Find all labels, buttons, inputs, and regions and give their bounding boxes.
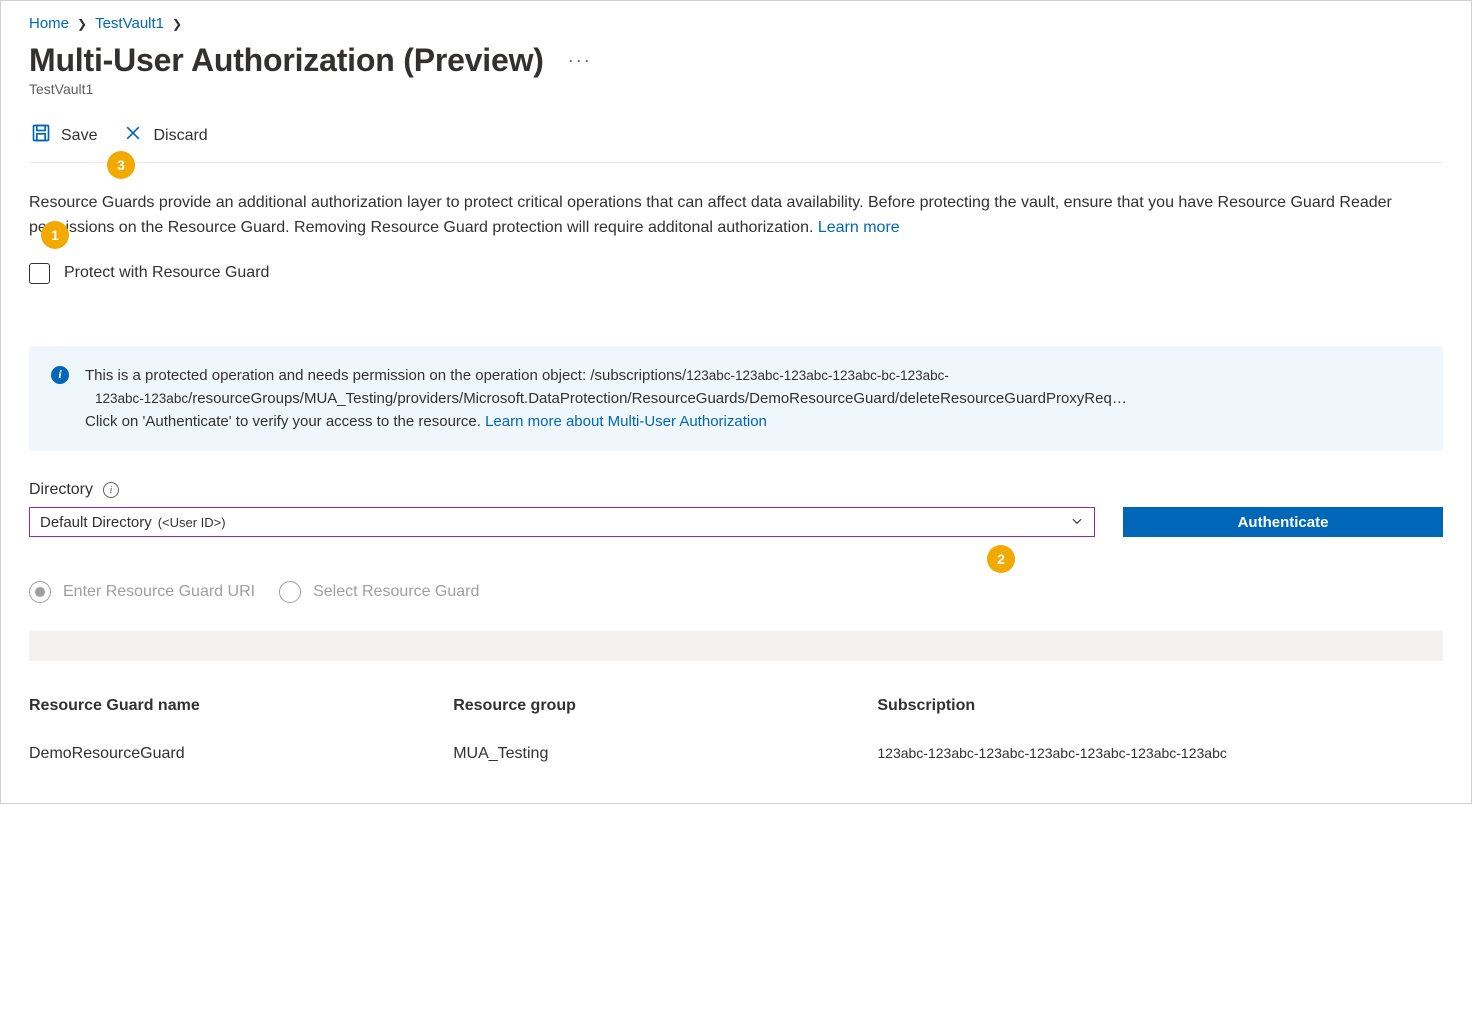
radio-group: Enter Resource Guard URI Select Resource…: [29, 581, 1443, 603]
save-button-label: Save: [61, 127, 97, 145]
discard-button[interactable]: Discard: [121, 119, 209, 152]
radio-select-guard[interactable]: Select Resource Guard: [279, 581, 479, 603]
info-icon: i: [51, 366, 69, 384]
info-line2-rest: /resourceGroups/MUA_Testing/providers/Mi…: [188, 390, 1127, 407]
step-badge-1: 1: [41, 221, 69, 249]
table-cell-sub: 123abc-123abc-123abc-123abc-123abc-123ab…: [877, 745, 1443, 763]
directory-label: Directory: [29, 481, 93, 499]
radio-select-guard-label: Select Resource Guard: [313, 583, 479, 601]
chevron-right-icon: ❯: [172, 17, 182, 31]
info-line2-prefix: 123abc-123abc: [85, 391, 188, 406]
radio-enter-uri[interactable]: Enter Resource Guard URI: [29, 581, 255, 603]
info-learn-more-link[interactable]: Learn more about Multi-User Authorizatio…: [485, 413, 767, 430]
toolbar: Save Discard 3: [29, 119, 1443, 163]
radio-enter-uri-label: Enter Resource Guard URI: [63, 583, 255, 601]
breadcrumb: Home ❯ TestVault1 ❯: [29, 15, 1443, 32]
info-line1-sub: 123abc-123abc-123abc-123abc-bc-123abc-: [686, 368, 949, 383]
info-line3-prefix: Click on 'Authenticate' to verify your a…: [85, 413, 485, 430]
divider-bar: [29, 631, 1443, 661]
breadcrumb-vault[interactable]: TestVault1: [95, 15, 164, 32]
table-header-name: Resource Guard name: [29, 697, 453, 715]
info-outline-icon[interactable]: i: [103, 482, 119, 498]
info-line1-prefix: This is a protected operation and needs …: [85, 367, 686, 384]
discard-button-label: Discard: [153, 127, 207, 145]
table-header-rg: Resource group: [453, 697, 877, 715]
chevron-down-icon: [1070, 514, 1084, 531]
radio-icon: [279, 581, 301, 603]
page-subtitle: TestVault1: [29, 81, 1443, 97]
chevron-right-icon: ❯: [77, 17, 87, 31]
directory-select-value: Default Directory: [40, 514, 152, 531]
description-text: Resource Guards provide an additional au…: [29, 191, 1443, 241]
save-button[interactable]: Save: [29, 119, 99, 152]
breadcrumb-home[interactable]: Home: [29, 15, 69, 32]
table-cell-rg: MUA_Testing: [453, 745, 877, 763]
directory-select[interactable]: Default Directory (<User ID>): [29, 507, 1095, 537]
page-title: Multi-User Authorization (Preview): [29, 42, 544, 79]
info-banner: i This is a protected operation and need…: [29, 346, 1443, 452]
more-menu-button[interactable]: ···: [568, 50, 592, 71]
table-header-sub: Subscription: [877, 697, 1443, 715]
learn-more-link[interactable]: Learn more: [818, 219, 900, 236]
save-icon: [31, 123, 51, 148]
protect-checkbox-label: Protect with Resource Guard: [64, 264, 269, 282]
table-header: Resource Guard name Resource group Subsc…: [29, 697, 1443, 715]
table-cell-name: DemoResourceGuard: [29, 745, 453, 763]
table-row: DemoResourceGuard MUA_Testing 123abc-123…: [29, 745, 1443, 763]
radio-icon: [29, 581, 51, 603]
close-icon: [123, 123, 143, 148]
directory-select-userid: (<User ID>): [158, 515, 226, 530]
step-badge-2: 2: [987, 545, 1015, 573]
step-badge-3: 3: [107, 151, 135, 179]
protect-checkbox[interactable]: [29, 263, 50, 284]
authenticate-button[interactable]: Authenticate: [1123, 507, 1443, 537]
